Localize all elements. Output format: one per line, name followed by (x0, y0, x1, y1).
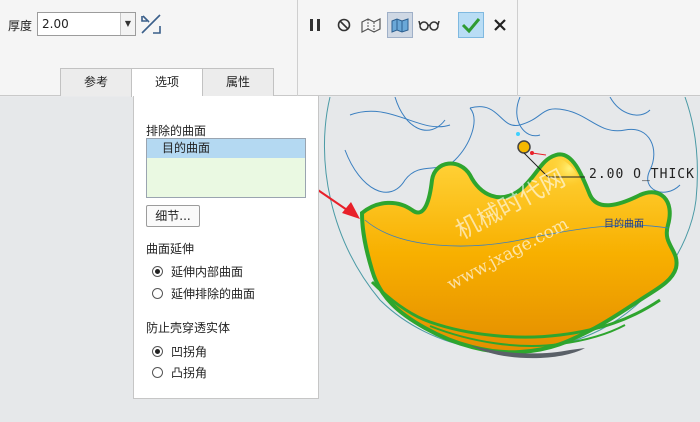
model-viewport[interactable]: 2.00 O_THICK 目的曲面 机械时代网 www.jxage.com (0, 97, 700, 422)
radio-label: 凹拐角 (171, 344, 208, 359)
thickness-input[interactable]: 2.00 ▼ (37, 12, 136, 36)
flip-direction-icon[interactable] (139, 12, 163, 36)
radio-concave-corner[interactable]: 凹拐角 (152, 343, 207, 359)
verify-icon[interactable] (387, 12, 413, 38)
prevent-penetration-label: 防止壳穿透实体 (146, 321, 231, 335)
glasses-icon[interactable] (416, 12, 442, 38)
preview-geometry-icon[interactable] (358, 12, 384, 38)
radio-extend-excluded[interactable]: 延伸排除的曲面 (152, 285, 255, 301)
model-graphics (257, 97, 698, 359)
tab-properties[interactable]: 属性 (202, 68, 274, 96)
list-item[interactable]: 目的曲面 (147, 139, 305, 158)
cancel-x-icon[interactable] (487, 12, 513, 38)
confirm-check-icon[interactable] (458, 12, 484, 38)
radio-unselected-icon[interactable] (152, 366, 163, 378)
radio-unselected-icon[interactable] (152, 287, 163, 299)
chevron-down-icon[interactable]: ▼ (120, 13, 135, 35)
radio-label: 延伸排除的曲面 (171, 286, 256, 301)
thickness-value: 2.00 (42, 17, 69, 31)
surface-label: 目的曲面 (604, 219, 644, 230)
radio-convex-corner[interactable]: 凸拐角 (152, 364, 207, 380)
excluded-surfaces-list[interactable]: 目的曲面 (146, 138, 306, 198)
options-panel: 排除的曲面 目的曲面 细节... 曲面延伸 延伸内部曲面 延伸排除的曲面 防止壳… (133, 96, 319, 399)
tab-references[interactable]: 参考 (60, 68, 132, 96)
radio-label: 延伸内部曲面 (171, 264, 244, 279)
radio-selected-icon[interactable] (152, 345, 163, 357)
details-button[interactable]: 细节... (146, 205, 200, 227)
pause-icon[interactable] (302, 12, 328, 38)
radio-extend-inner[interactable]: 延伸内部曲面 (152, 263, 243, 279)
thickness-label: 厚度 (8, 19, 33, 33)
excluded-surfaces-label: 排除的曲面 (146, 124, 207, 138)
ribbon-divider (517, 0, 518, 96)
tab-options[interactable]: 选项 (131, 68, 203, 97)
dashboard-ribbon: 厚度 2.00 ▼ 参考 选项 属性 (0, 0, 700, 97)
radio-label: 凸拐角 (171, 365, 208, 380)
no-preview-icon[interactable] (331, 12, 357, 38)
dashboard-tabs: 参考 选项 属性 (60, 68, 274, 97)
radio-selected-icon[interactable] (152, 265, 163, 277)
dimension-label[interactable]: 2.00 O_THICK (589, 167, 695, 182)
ribbon-divider (297, 0, 298, 96)
surface-extend-label: 曲面延伸 (146, 242, 195, 256)
